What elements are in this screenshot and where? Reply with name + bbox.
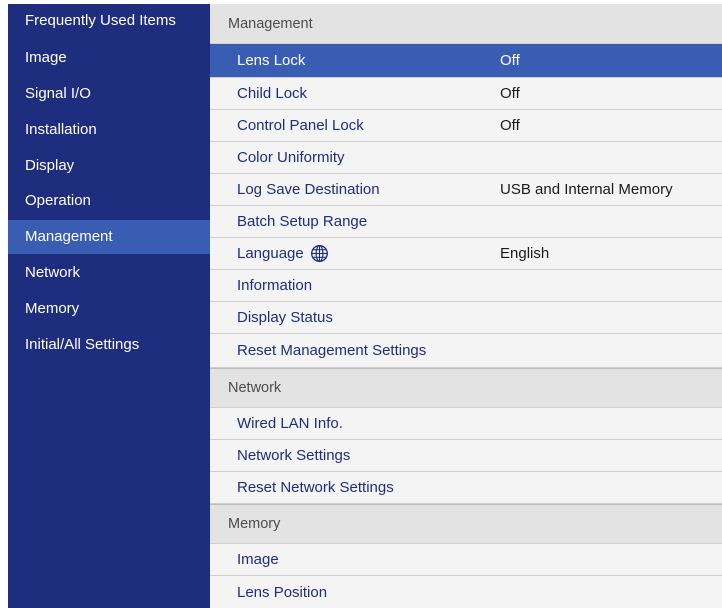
menu-item-label: Control Panel Lock	[237, 117, 364, 134]
menu-item-wired-lan-info[interactable]: Wired LAN Info.	[210, 408, 722, 440]
sidebar-item-label: Management	[25, 228, 113, 245]
menu-item-label: Lens Lock	[237, 52, 306, 69]
globe-icon	[310, 245, 328, 262]
sidebar-item-label: Frequently Used Items	[25, 12, 176, 29]
sidebar-item-label: Signal I/O	[25, 85, 91, 102]
projector-menu-screen: Frequently Used Items Image Signal I/O I…	[8, 4, 722, 608]
menu-item-label: Child Lock	[237, 85, 308, 102]
menu-item-label: Batch Setup Range	[237, 213, 368, 230]
menu-item-child-lock[interactable]: Child Lock Off	[210, 78, 722, 110]
menu-item-label: Log Save Destination	[237, 181, 380, 198]
section-header-label: Management	[228, 15, 313, 32]
menu-item-label: Reset Management Settings	[237, 342, 427, 359]
menu-item-label: Image	[237, 551, 279, 568]
sidebar-item-label: Display	[25, 157, 75, 174]
menu-item-information[interactable]: Information	[210, 270, 722, 302]
menu-item-label-wrap: Language	[237, 238, 329, 269]
section-header-management: Management	[210, 4, 722, 44]
sidebar-item-network[interactable]: Network	[8, 256, 210, 290]
section-header-label: Memory	[228, 516, 281, 532]
menu-item-language[interactable]: Language English	[210, 238, 722, 270]
sidebar-item-display[interactable]: Display	[8, 149, 210, 183]
sidebar-item-frequently-used-items[interactable]: Frequently Used Items	[8, 4, 210, 38]
sidebar-item-initial-all-settings[interactable]: Initial/All Settings	[8, 328, 210, 362]
menu-item-value: Off	[500, 52, 520, 69]
menu-item-label: Language	[237, 245, 304, 262]
sidebar-item-memory[interactable]: Memory	[8, 292, 210, 326]
menu-item-value: USB and Internal Memory	[500, 181, 673, 198]
menu-item-control-panel-lock[interactable]: Control Panel Lock Off	[210, 110, 722, 142]
sidebar-item-signal-io[interactable]: Signal I/O	[8, 77, 210, 111]
sidebar-item-operation[interactable]: Operation	[8, 184, 210, 218]
section-header-network: Network	[210, 368, 722, 408]
main-panel: Management Lens Lock Off Child Lock Off …	[210, 4, 722, 608]
menu-item-color-uniformity[interactable]: Color Uniformity	[210, 142, 722, 174]
sidebar-item-label: Operation	[25, 192, 91, 209]
section-header-label: Network	[228, 380, 282, 396]
menu-item-memory-image[interactable]: Image	[210, 544, 722, 576]
menu-item-batch-setup-range[interactable]: Batch Setup Range	[210, 206, 722, 238]
menu-item-value: Off	[500, 117, 520, 134]
menu-item-display-status[interactable]: Display Status	[210, 302, 722, 334]
sidebar-item-label: Initial/All Settings	[25, 336, 140, 353]
menu-item-label: Network Settings	[237, 447, 351, 464]
menu-item-network-settings[interactable]: Network Settings	[210, 440, 722, 472]
sidebar-item-label: Installation	[25, 121, 97, 138]
sidebar-item-installation[interactable]: Installation	[8, 113, 210, 147]
section-header-memory: Memory	[210, 504, 722, 544]
menu-item-label: Information	[237, 277, 313, 294]
menu-item-reset-network-settings[interactable]: Reset Network Settings	[210, 472, 722, 504]
menu-item-value: Off	[500, 85, 520, 102]
menu-item-label: Lens Position	[237, 583, 328, 601]
menu-item-log-save-destination[interactable]: Log Save Destination USB and Internal Me…	[210, 174, 722, 206]
menu-item-lens-lock[interactable]: Lens Lock Off	[210, 44, 722, 78]
menu-item-label: Reset Network Settings	[237, 479, 394, 496]
sidebar: Frequently Used Items Image Signal I/O I…	[8, 4, 210, 608]
menu-item-lens-position[interactable]: Lens Position	[210, 576, 722, 608]
menu-item-label: Wired LAN Info.	[237, 415, 343, 432]
sidebar-item-management[interactable]: Management	[8, 220, 210, 254]
sidebar-item-image[interactable]: Image	[8, 41, 210, 75]
menu-item-reset-management-settings[interactable]: Reset Management Settings	[210, 334, 722, 368]
sidebar-item-label: Network	[25, 264, 81, 281]
sidebar-item-label: Memory	[25, 300, 80, 317]
sidebar-item-label: Image	[25, 49, 67, 66]
menu-item-value: English	[500, 245, 550, 262]
menu-item-label: Display Status	[237, 309, 333, 326]
menu-item-label: Color Uniformity	[237, 149, 345, 166]
